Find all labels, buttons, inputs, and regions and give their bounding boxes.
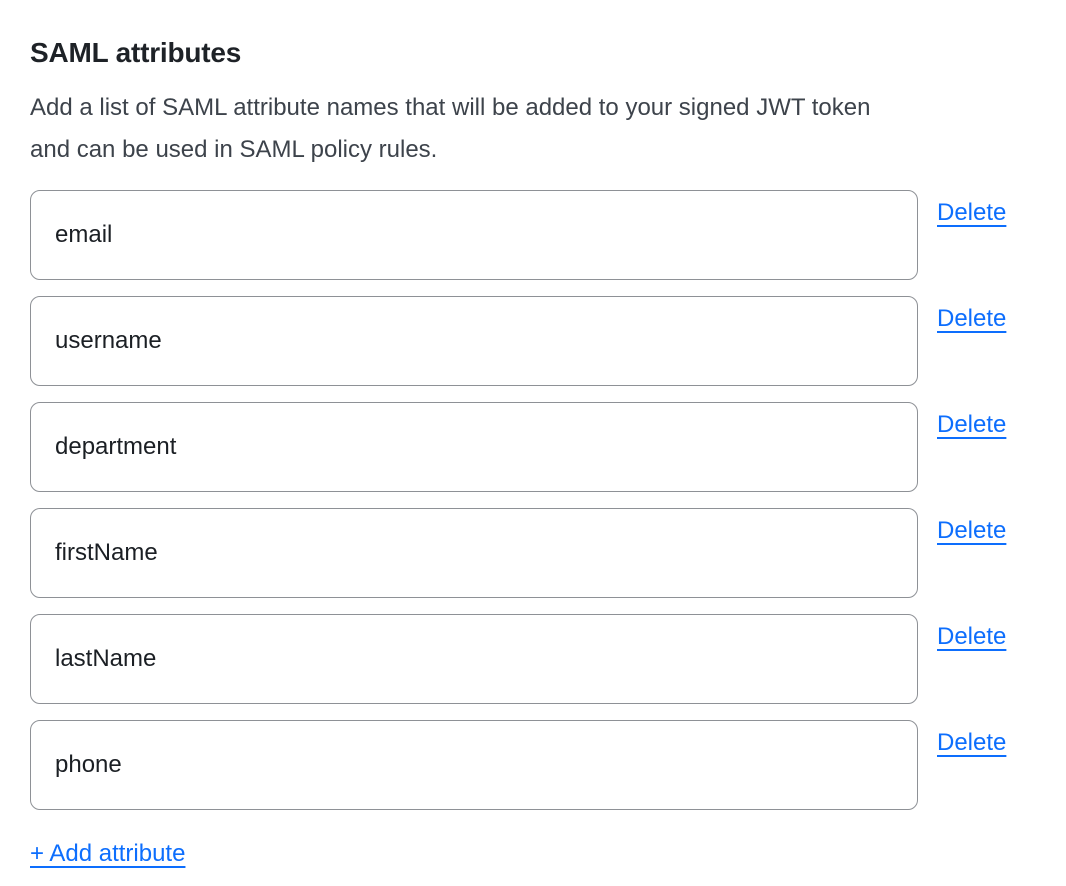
attribute-row: Delete — [30, 296, 1024, 386]
attribute-row: Delete — [30, 614, 1024, 704]
attribute-row: Delete — [30, 190, 1024, 280]
attribute-name-input[interactable] — [30, 508, 918, 598]
delete-link[interactable]: Delete — [937, 623, 1006, 651]
section-description-line-2: and can be used in SAML policy rules. — [30, 129, 1024, 171]
attribute-name-input[interactable] — [30, 720, 918, 810]
section-title: SAML attributes — [30, 37, 1024, 69]
attribute-row: Delete — [30, 720, 1024, 810]
section-description-line-1: Add a list of SAML attribute names that … — [30, 87, 1024, 129]
attribute-row: Delete — [30, 402, 1024, 492]
section-description: Add a list of SAML attribute names that … — [30, 87, 1024, 171]
add-attribute-row: + Add attribute — [30, 840, 1024, 868]
attribute-name-input[interactable] — [30, 190, 918, 280]
attribute-name-input[interactable] — [30, 614, 918, 704]
delete-link[interactable]: Delete — [937, 517, 1006, 545]
delete-link[interactable]: Delete — [937, 305, 1006, 333]
attribute-row: Delete — [30, 508, 1024, 598]
attribute-list: Delete Delete Delete Delete Delete Delet… — [30, 190, 1024, 810]
attribute-name-input[interactable] — [30, 402, 918, 492]
saml-attributes-section: SAML attributes Add a list of SAML attri… — [0, 0, 1066, 886]
delete-link[interactable]: Delete — [937, 411, 1006, 439]
delete-link[interactable]: Delete — [937, 729, 1006, 757]
delete-link[interactable]: Delete — [937, 199, 1006, 227]
attribute-name-input[interactable] — [30, 296, 918, 386]
add-attribute-link[interactable]: + Add attribute — [30, 840, 185, 867]
